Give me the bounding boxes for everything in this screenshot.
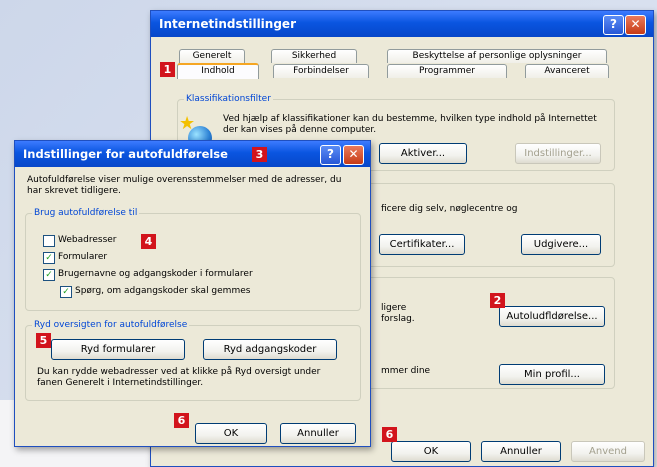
dialog-intro: Autofuldførelse viser mulige overensstem… (27, 175, 342, 196)
tab-forbindelser[interactable]: Forbindelser (273, 64, 369, 78)
tab-sikkerhed[interactable]: Sikkerhed (271, 49, 357, 63)
dialog-close-icon[interactable]: ✕ (343, 145, 364, 165)
badge-2: 2 (490, 293, 505, 308)
badge-5: 5 (36, 333, 51, 348)
tab-avanceret[interactable]: Avanceret (525, 64, 609, 78)
dialog-cancel-button[interactable]: Annuller (280, 423, 356, 444)
internet-options-titlebar: Internetindstillinger (151, 11, 653, 37)
clear-history-title: Ryd oversigten for autofuldførelse (32, 319, 190, 331)
clear-note: Du kan rydde webadresser ved at klikke p… (37, 367, 321, 388)
badge-1: 1 (160, 62, 175, 77)
dialog-title: Indstillinger for autofuldførelse (23, 147, 228, 161)
tab-programmer[interactable]: Programmer (387, 64, 507, 78)
classification-group-title: Klassifikationsfilter (184, 93, 273, 105)
certificates-text: ficere dig selv, nøglecentre og (381, 204, 518, 214)
activate-button[interactable]: Aktiver... (379, 143, 467, 164)
dialog-ok-button[interactable]: OK (195, 423, 267, 444)
apply-button: Anvend (571, 441, 645, 462)
window-title: Internetindstillinger (159, 17, 296, 31)
help-icon[interactable]: ? (603, 15, 624, 35)
autocomplete-button[interactable]: Autoludfldørelse... (499, 306, 605, 327)
ask-save-label: Spørg, om adgangskoder skal gemmes (75, 286, 251, 296)
publishers-button[interactable]: Udgivere... (521, 234, 601, 255)
clear-history-group: Ryd oversigten for autofuldførelse (25, 319, 361, 401)
certificates-button[interactable]: Certifikater... (379, 234, 465, 255)
clear-passwords-button[interactable]: Ryd adgangskoder (203, 339, 337, 360)
tab-generelt[interactable]: Generelt (179, 49, 245, 63)
autocomplete-dialog: Indstillinger for autofuldførelse ? ✕ Au… (14, 140, 371, 447)
personal-text-2: forslag. (381, 314, 415, 324)
dialog-help-icon[interactable]: ? (320, 145, 341, 165)
webaddresses-checkbox[interactable] (43, 235, 55, 247)
autocomplete-titlebar: Indstillinger for autofuldførelse (15, 141, 370, 167)
personal-text-3: mmer dine (381, 366, 431, 376)
forms-label: Formularer (58, 252, 108, 262)
settings-button: Indstillinger... (515, 143, 601, 164)
webaddresses-label: Webadresser (58, 235, 117, 245)
badge-6-dialog: 6 (174, 413, 189, 428)
cancel-button[interactable]: Annuller (481, 441, 561, 462)
tab-indhold[interactable]: Indhold (177, 63, 259, 79)
personal-text-1: ligere (381, 303, 407, 313)
clear-forms-button[interactable]: Ryd formularer (51, 339, 185, 360)
star-icon: ★ (179, 113, 196, 134)
forms-checkbox[interactable]: ✓ (43, 252, 55, 264)
ok-button[interactable]: OK (391, 441, 471, 462)
badge-4: 4 (141, 234, 156, 249)
close-icon[interactable]: ✕ (625, 15, 646, 35)
usernames-checkbox[interactable]: ✓ (43, 269, 55, 281)
profile-button[interactable]: Min profil... (499, 364, 605, 385)
badge-6-main: 6 (382, 427, 397, 442)
usernames-label: Brugernavne og adgangskoder i formularer (58, 269, 253, 279)
use-autocomplete-title: Brug autofuldførelse til (32, 207, 140, 219)
tab-beskyttelse[interactable]: Beskyttelse af personlige oplysninger (387, 49, 607, 63)
classification-text: Ved hjælp af klassifikationer kan du bes… (223, 114, 597, 135)
badge-3: 3 (252, 147, 267, 162)
ask-save-checkbox[interactable]: ✓ (60, 286, 72, 298)
